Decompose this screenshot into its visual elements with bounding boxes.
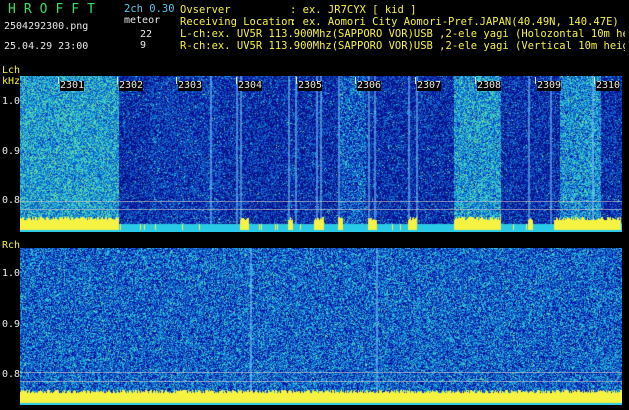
observer-label: Ovserver	[180, 4, 231, 16]
time-tick-label: 2305	[298, 80, 323, 91]
datetime-label: 25.04.29 23:00	[4, 41, 89, 52]
time-tick-mark	[236, 77, 237, 84]
rch-channel-label: Rch	[2, 240, 21, 251]
lch-info: L-ch:ex. UV5R 113.900Mhz(SAPPORO VOR)USB…	[180, 29, 625, 40]
time-tick-label: 2307	[417, 80, 442, 91]
time-tick-label: 2309	[537, 80, 562, 91]
time-tick-mark	[58, 77, 59, 84]
lch-ref-line	[20, 209, 622, 210]
lch-channel-label: Lch	[2, 65, 21, 76]
time-tick-mark	[355, 77, 356, 84]
rch-ytick-1: 1.0	[2, 268, 21, 279]
count-rch: 9	[140, 40, 147, 51]
rch-ytick-2: 0.9	[2, 319, 21, 330]
lch-ref-line	[20, 201, 622, 202]
time-tick-label: 2310	[596, 80, 621, 91]
observer-value: : ex. JR7CYX [ kid ]	[290, 4, 417, 16]
time-tick-label: 2304	[238, 80, 263, 91]
location-value: : ex. Aomori City Aomori-Pref.JAPAN(40.4…	[290, 16, 619, 28]
app-brand: HROFFT	[8, 2, 103, 17]
rch-ref-line	[20, 372, 622, 373]
time-tick-label: 2308	[477, 80, 502, 91]
mode-label: 2ch 0.30	[124, 3, 175, 15]
lch-ytick-1: 1.0	[2, 96, 21, 107]
time-tick-mark	[176, 77, 177, 84]
location-label: Receiving Location	[180, 16, 294, 28]
count-lch: 22	[140, 29, 153, 40]
time-tick-mark	[296, 77, 297, 84]
time-tick-mark	[415, 77, 416, 84]
lch-ytick-2: 0.9	[2, 146, 21, 157]
rch-ref-line	[20, 381, 622, 382]
time-tick-mark	[594, 77, 595, 84]
time-tick-label: 2306	[357, 80, 382, 91]
category-label: meteor	[124, 15, 161, 26]
lch-unit-label: kHz	[2, 76, 21, 87]
lch-ytick-3: 0.8	[2, 195, 21, 206]
time-tick-mark	[117, 77, 118, 84]
time-tick-label: 2301	[60, 80, 85, 91]
rch-ytick-3: 0.8	[2, 369, 21, 380]
time-tick-label: 2303	[178, 80, 203, 91]
time-tick-label: 2302	[119, 80, 144, 91]
rch-info: R-ch:ex. UV5R 113.900Mhz(SAPPORO VOR)USB…	[180, 41, 625, 52]
time-tick-mark	[475, 77, 476, 84]
time-tick-mark	[535, 77, 536, 84]
filename-label: 2504292300.png	[4, 21, 89, 32]
